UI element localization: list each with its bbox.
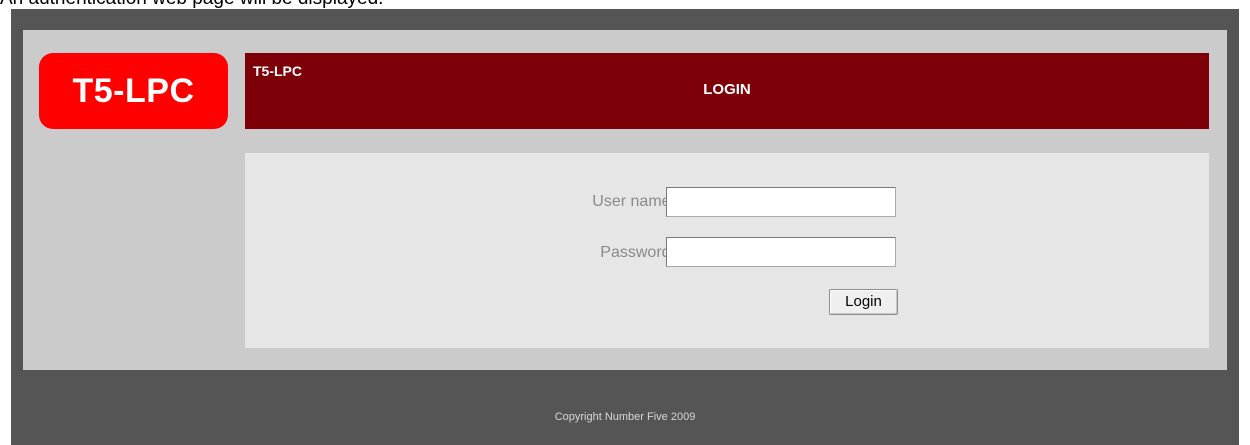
username-label: User name: — [592, 193, 675, 210]
username-input[interactable] — [666, 187, 896, 217]
banner-app-name: T5-LPC — [253, 63, 302, 79]
copyright-footer: Copyright Number Five 2009 — [554, 411, 696, 423]
page-caption: An authentication web page will be displ… — [0, 0, 383, 9]
password-label: Password: — [600, 244, 675, 261]
page-title: LOGIN — [703, 81, 751, 98]
logo: T5-LPC — [39, 53, 228, 129]
main-panel: T5-LPC T5-LPC LOGIN User name: Password:… — [23, 30, 1227, 370]
login-form: User name: Password: Login — [245, 153, 1209, 348]
password-input[interactable] — [666, 237, 896, 267]
login-button[interactable]: Login — [829, 289, 898, 315]
header-banner: T5-LPC LOGIN — [245, 53, 1209, 129]
page-frame: T5-LPC T5-LPC LOGIN User name: Password:… — [11, 9, 1239, 445]
